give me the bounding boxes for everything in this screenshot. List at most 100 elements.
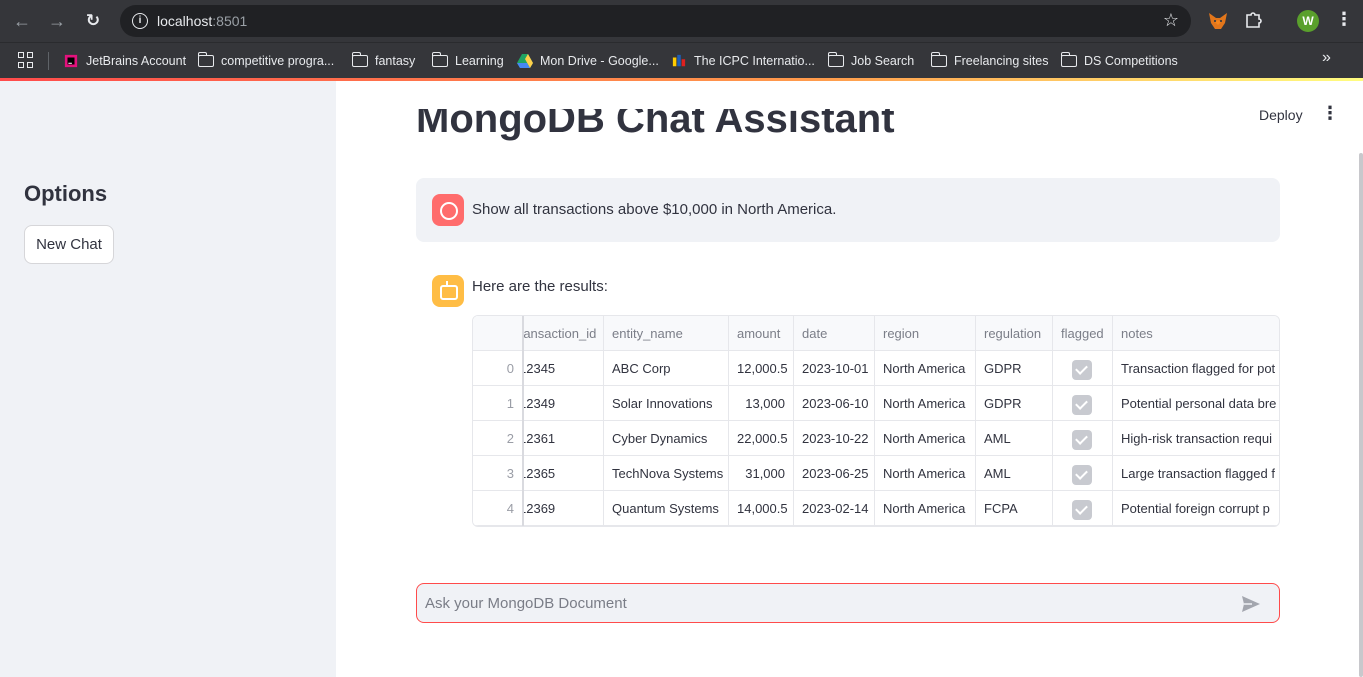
row-index: 3	[473, 456, 522, 491]
table-cell[interactable]: North America	[875, 386, 975, 421]
jetbrains-icon	[64, 54, 78, 68]
table-cell	[1053, 491, 1112, 526]
assistant-avatar-icon	[432, 275, 464, 307]
column-header[interactable]: ransaction_id	[519, 316, 603, 351]
table-cell[interactable]: 2023-06-25	[794, 456, 874, 491]
profile-avatar[interactable]: W	[1297, 10, 1319, 32]
page-title: MongoDB Chat Assistant	[416, 109, 895, 153]
table-cell[interactable]: 31,000	[729, 456, 793, 491]
chat-input[interactable]	[425, 592, 1225, 614]
table-cell[interactable]: 12361	[519, 421, 603, 456]
bookmark-fantasy[interactable]: fantasy	[351, 51, 416, 71]
bookmark-job-search[interactable]: Job Search	[827, 51, 914, 71]
new-chat-button[interactable]: New Chat	[24, 225, 114, 264]
main-menu-icon[interactable]: ⋮	[1321, 103, 1339, 124]
bookmark-competitive-programming[interactable]: competitive progra...	[197, 51, 334, 71]
column-notes: notes Transaction flagged for pot Potent…	[1113, 316, 1279, 526]
bookmark-label: Freelancing sites	[954, 54, 1049, 68]
chat-input-box[interactable]	[416, 583, 1280, 623]
table-cell[interactable]: Potential foreign corrupt p	[1113, 491, 1279, 526]
send-icon[interactable]	[1241, 595, 1261, 613]
column-header[interactable]: entity_name	[604, 316, 728, 351]
table-cell[interactable]: TechNova Systems	[604, 456, 728, 491]
table-cell[interactable]: GDPR	[976, 351, 1052, 386]
table-cell[interactable]: North America	[875, 421, 975, 456]
table-cell[interactable]: FCPA	[976, 491, 1052, 526]
index-column: 0 1 2 3 4	[473, 316, 524, 526]
column-date: date 2023-10-01 2023-06-10 2023-10-22 20…	[794, 316, 875, 526]
table-cell[interactable]: 2023-06-10	[794, 386, 874, 421]
site-info-icon[interactable]: i	[132, 13, 148, 29]
table-cell[interactable]: 13,000	[729, 386, 793, 421]
user-message-text: Show all transactions above $10,000 in N…	[472, 201, 837, 218]
assistant-message-text: Here are the results:	[472, 278, 608, 295]
apps-grid-icon[interactable]	[18, 52, 34, 68]
checked-checkbox-icon[interactable]	[1072, 429, 1092, 450]
bookmark-jetbrains[interactable]: JetBrains Account	[63, 51, 186, 71]
column-header[interactable]: notes	[1113, 316, 1279, 351]
back-arrow-icon[interactable]: ←	[10, 9, 34, 33]
url-text[interactable]: localhost:8501	[157, 13, 247, 29]
table-cell[interactable]: 2023-10-01	[794, 351, 874, 386]
table-cell[interactable]: 2023-10-22	[794, 421, 874, 456]
column-header[interactable]: region	[875, 316, 975, 351]
checked-checkbox-icon[interactable]	[1072, 464, 1092, 485]
table-cell[interactable]: 22,000.5	[729, 421, 793, 456]
browser-toolbar: ← → ↻ i localhost:8501 ☆ W ⋮	[0, 0, 1363, 42]
metamask-extension-icon[interactable]	[1207, 10, 1229, 32]
folder-icon	[1060, 52, 1077, 67]
table-cell[interactable]: 12369	[519, 491, 603, 526]
table-cell[interactable]: Potential personal data bre	[1113, 386, 1279, 421]
table-cell[interactable]: Cyber Dynamics	[604, 421, 728, 456]
folder-icon	[431, 52, 448, 67]
checked-checkbox-icon[interactable]	[1072, 359, 1092, 380]
column-amount: amount 12,000.5 13,000 22,000.5 31,000 1…	[729, 316, 794, 526]
table-cell[interactable]: AML	[976, 456, 1052, 491]
bookmark-learning[interactable]: Learning	[431, 51, 504, 71]
column-entity-name: entity_name ABC Corp Solar Innovations C…	[604, 316, 729, 526]
checked-checkbox-icon[interactable]	[1072, 499, 1092, 520]
bookmark-ds-competitions[interactable]: DS Competitions	[1060, 51, 1178, 71]
table-cell[interactable]: ABC Corp	[604, 351, 728, 386]
checked-checkbox-icon[interactable]	[1072, 394, 1092, 415]
table-cell[interactable]: Solar Innovations	[604, 386, 728, 421]
table-cell[interactable]: Quantum Systems	[604, 491, 728, 526]
table-cell[interactable]: North America	[875, 456, 975, 491]
forward-arrow-icon[interactable]: →	[45, 9, 69, 33]
bookmark-star-icon[interactable]: ☆	[1163, 10, 1179, 31]
browser-menu-icon[interactable]: ⋮	[1335, 9, 1353, 30]
bookmark-freelancing-sites[interactable]: Freelancing sites	[930, 51, 1049, 71]
table-cell[interactable]: 12,000.5	[729, 351, 793, 386]
extensions-puzzle-icon[interactable]	[1244, 9, 1266, 31]
column-header[interactable]: amount	[729, 316, 793, 351]
address-bar[interactable]: i localhost:8501 ☆	[120, 5, 1191, 37]
table-cell[interactable]: Transaction flagged for pot	[1113, 351, 1279, 386]
column-header[interactable]: date	[794, 316, 874, 351]
scrollbar[interactable]	[1359, 153, 1363, 677]
column-header[interactable]: flagged	[1053, 316, 1112, 351]
table-cell[interactable]: Large transaction flagged f	[1113, 456, 1279, 491]
more-bookmarks-chevron-icon[interactable]: »	[1322, 49, 1331, 67]
column-header[interactable]: regulation	[976, 316, 1052, 351]
table-cell[interactable]: North America	[875, 351, 975, 386]
table-cell	[1053, 421, 1112, 456]
bookmark-google-drive[interactable]: Mon Drive - Google...	[517, 51, 659, 71]
google-drive-icon	[517, 54, 533, 68]
deploy-button[interactable]: Deploy	[1259, 107, 1303, 123]
row-index: 1	[473, 386, 522, 421]
bookmarks-divider	[48, 52, 49, 70]
table-cell[interactable]: 12345	[519, 351, 603, 386]
table-cell[interactable]: 12349	[519, 386, 603, 421]
table-cell[interactable]: 12365	[519, 456, 603, 491]
bookmark-icpc[interactable]: The ICPC Internatio...	[671, 51, 815, 71]
reload-icon[interactable]: ↻	[81, 9, 105, 33]
table-cell[interactable]: 2023-02-14	[794, 491, 874, 526]
table-cell[interactable]: 14,000.5	[729, 491, 793, 526]
table-cell[interactable]: GDPR	[976, 386, 1052, 421]
table-cell[interactable]: High-risk transaction requi	[1113, 421, 1279, 456]
bookmark-label: The ICPC Internatio...	[694, 54, 815, 68]
table-cell[interactable]: North America	[875, 491, 975, 526]
table-cell[interactable]: AML	[976, 421, 1052, 456]
results-dataframe[interactable]: 0 1 2 3 4 ransaction_id 12345 12349 1236…	[472, 315, 1280, 527]
bookmark-label: fantasy	[375, 54, 416, 68]
